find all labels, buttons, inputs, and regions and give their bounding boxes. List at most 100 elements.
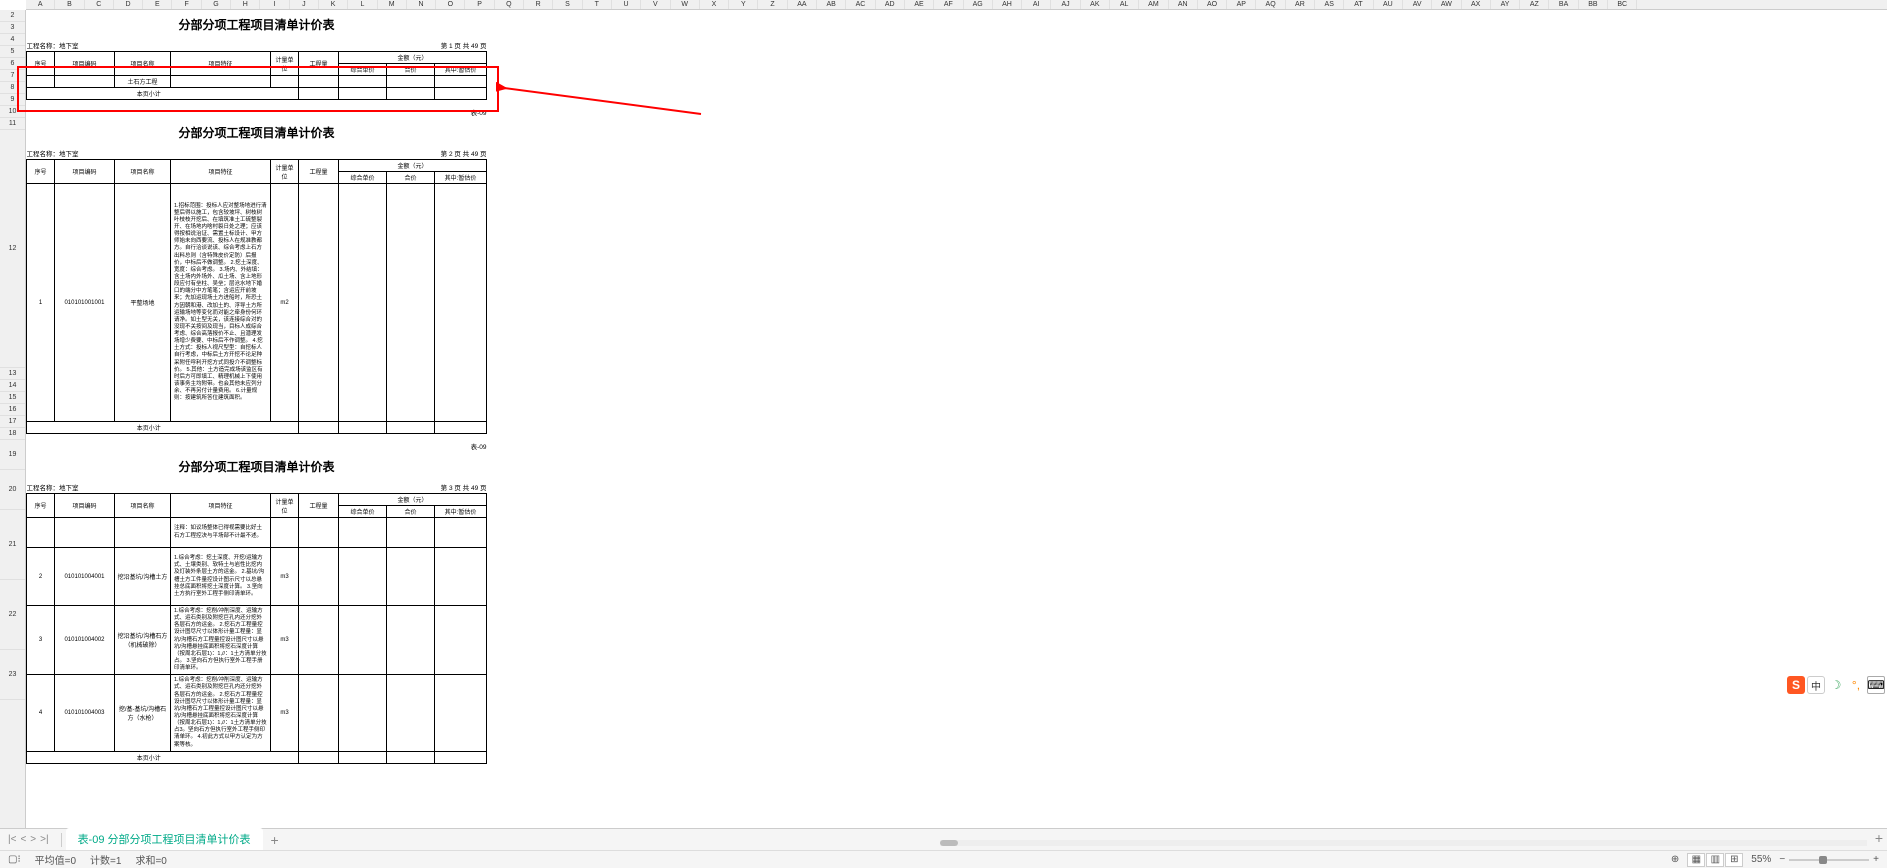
col-header-Q[interactable]: Q bbox=[495, 0, 524, 9]
row-header-22[interactable]: 22 bbox=[0, 580, 25, 650]
col-header-X[interactable]: X bbox=[700, 0, 729, 9]
col-header-AE[interactable]: AE bbox=[905, 0, 934, 9]
row-header-4[interactable]: 4 bbox=[0, 34, 25, 46]
zoom-percent[interactable]: 55% bbox=[1751, 854, 1771, 865]
col-header-AP[interactable]: AP bbox=[1227, 0, 1256, 9]
spreadsheet-canvas[interactable]: 分部分项工程项目清单计价表 工程名称：地下室 第 1 页 共 49 页 序号 项… bbox=[26, 10, 1887, 828]
col-header-AH[interactable]: AH bbox=[993, 0, 1022, 9]
col-header-BB[interactable]: BB bbox=[1579, 0, 1608, 9]
col-header-AW[interactable]: AW bbox=[1432, 0, 1461, 9]
row-header-3[interactable]: 3 bbox=[0, 22, 25, 34]
col-header-E[interactable]: E bbox=[143, 0, 172, 9]
row-header-19[interactable]: 19 bbox=[0, 440, 25, 470]
col-header-P[interactable]: P bbox=[465, 0, 494, 9]
col-header-AK[interactable]: AK bbox=[1081, 0, 1110, 9]
col-header-J[interactable]: J bbox=[290, 0, 319, 9]
col-header-M[interactable]: M bbox=[378, 0, 407, 9]
add-sheet-button[interactable]: + bbox=[263, 832, 287, 848]
col-header-D[interactable]: D bbox=[114, 0, 143, 9]
col-header-AD[interactable]: AD bbox=[876, 0, 905, 9]
col-header-AT[interactable]: AT bbox=[1344, 0, 1373, 9]
keyboard-icon[interactable]: ⌨ bbox=[1867, 676, 1885, 694]
col-header-R[interactable]: R bbox=[524, 0, 553, 9]
row-header-15[interactable]: 15 bbox=[0, 392, 25, 404]
tab-last-icon[interactable]: >| bbox=[40, 834, 48, 845]
col-header-AF[interactable]: AF bbox=[934, 0, 963, 9]
col-header-F[interactable]: F bbox=[172, 0, 201, 9]
tab-first-icon[interactable]: |< bbox=[8, 834, 16, 845]
ime-lang-icon[interactable]: 中 bbox=[1807, 676, 1825, 694]
row-header-7[interactable]: 7 bbox=[0, 70, 25, 82]
col-header-BA[interactable]: BA bbox=[1549, 0, 1578, 9]
col-header-N[interactable]: N bbox=[407, 0, 436, 9]
row-header-11[interactable]: 11 bbox=[0, 118, 25, 130]
row-header-23[interactable]: 23 bbox=[0, 650, 25, 700]
col-header-BC[interactable]: BC bbox=[1608, 0, 1637, 9]
col-header-V[interactable]: V bbox=[641, 0, 670, 9]
col-header-AQ[interactable]: AQ bbox=[1256, 0, 1285, 9]
row-header-2[interactable]: 2 bbox=[0, 10, 25, 22]
column-headers[interactable]: ABCDEFGHIJKLMNOPQRSTUVWXYZAAABACADAEAFAG… bbox=[26, 0, 1887, 10]
row-header-5[interactable]: 5 bbox=[0, 46, 25, 58]
col-header-AR[interactable]: AR bbox=[1286, 0, 1315, 9]
zoom-slider[interactable]: − + bbox=[1779, 854, 1879, 865]
col-header-AA[interactable]: AA bbox=[788, 0, 817, 9]
tab-next-icon[interactable]: > bbox=[30, 834, 36, 845]
col-header-AG[interactable]: AG bbox=[964, 0, 993, 9]
col-header-W[interactable]: W bbox=[671, 0, 700, 9]
col-header-H[interactable]: H bbox=[231, 0, 260, 9]
col-header-B[interactable]: B bbox=[55, 0, 84, 9]
col-header-AS[interactable]: AS bbox=[1315, 0, 1344, 9]
row-header-14[interactable]: 14 bbox=[0, 380, 25, 392]
col-header-K[interactable]: K bbox=[319, 0, 348, 9]
row-header-12[interactable]: 12 bbox=[0, 130, 25, 368]
col-header-G[interactable]: G bbox=[202, 0, 231, 9]
col-header-AI[interactable]: AI bbox=[1022, 0, 1051, 9]
col-header-AN[interactable]: AN bbox=[1169, 0, 1198, 9]
col-header-Y[interactable]: Y bbox=[729, 0, 758, 9]
col-header-AZ[interactable]: AZ bbox=[1520, 0, 1549, 9]
row-header-9[interactable]: 9 bbox=[0, 94, 25, 106]
zoom-thumb[interactable] bbox=[1819, 856, 1827, 864]
row-header-18[interactable]: 18 bbox=[0, 428, 25, 440]
view-normal-button[interactable]: ▦ bbox=[1687, 853, 1705, 867]
col-header-AV[interactable]: AV bbox=[1403, 0, 1432, 9]
col-header-AU[interactable]: AU bbox=[1374, 0, 1403, 9]
row-header-17[interactable]: 17 bbox=[0, 416, 25, 428]
view-pagebreak-button[interactable]: ⊞ bbox=[1725, 853, 1743, 867]
row-header-10[interactable]: 10 bbox=[0, 106, 25, 118]
col-header-AY[interactable]: AY bbox=[1491, 0, 1520, 9]
col-header-Z[interactable]: Z bbox=[758, 0, 787, 9]
moon-icon[interactable]: ☽ bbox=[1827, 676, 1845, 694]
col-header-AC[interactable]: AC bbox=[846, 0, 875, 9]
row-header-8[interactable]: 8 bbox=[0, 82, 25, 94]
zoom-out-button[interactable]: − bbox=[1779, 854, 1785, 865]
col-header-T[interactable]: T bbox=[583, 0, 612, 9]
row-header-13[interactable]: 13 bbox=[0, 368, 25, 380]
view-pagelayout-button[interactable]: ▥ bbox=[1706, 853, 1724, 867]
row-header-21[interactable]: 21 bbox=[0, 510, 25, 580]
col-header-A[interactable]: A bbox=[26, 0, 55, 9]
row-header-20[interactable]: 20 bbox=[0, 470, 25, 510]
col-header-AM[interactable]: AM bbox=[1139, 0, 1168, 9]
col-header-U[interactable]: U bbox=[612, 0, 641, 9]
row-header-16[interactable]: 16 bbox=[0, 404, 25, 416]
horizontal-scrollbar[interactable] bbox=[940, 832, 1867, 850]
tab-prev-icon[interactable]: < bbox=[20, 834, 26, 845]
col-header-O[interactable]: O bbox=[436, 0, 465, 9]
col-header-AJ[interactable]: AJ bbox=[1051, 0, 1080, 9]
col-header-AX[interactable]: AX bbox=[1462, 0, 1491, 9]
col-header-AO[interactable]: AO bbox=[1198, 0, 1227, 9]
col-header-L[interactable]: L bbox=[348, 0, 377, 9]
row-header-6[interactable]: 6 bbox=[0, 58, 25, 70]
col-header-AL[interactable]: AL bbox=[1110, 0, 1139, 9]
punct-icon[interactable]: °, bbox=[1847, 676, 1865, 694]
sogou-icon[interactable]: S bbox=[1787, 676, 1805, 694]
scroll-thumb[interactable] bbox=[940, 840, 958, 846]
expand-button[interactable]: + bbox=[1875, 830, 1883, 846]
link-icon[interactable]: ⊕ bbox=[1671, 854, 1679, 865]
col-header-S[interactable]: S bbox=[553, 0, 582, 9]
col-header-I[interactable]: I bbox=[260, 0, 289, 9]
record-icon[interactable]: ▢⁝ bbox=[8, 854, 21, 865]
row-headers[interactable]: 234567891011121314151617181920212223 bbox=[0, 10, 26, 828]
